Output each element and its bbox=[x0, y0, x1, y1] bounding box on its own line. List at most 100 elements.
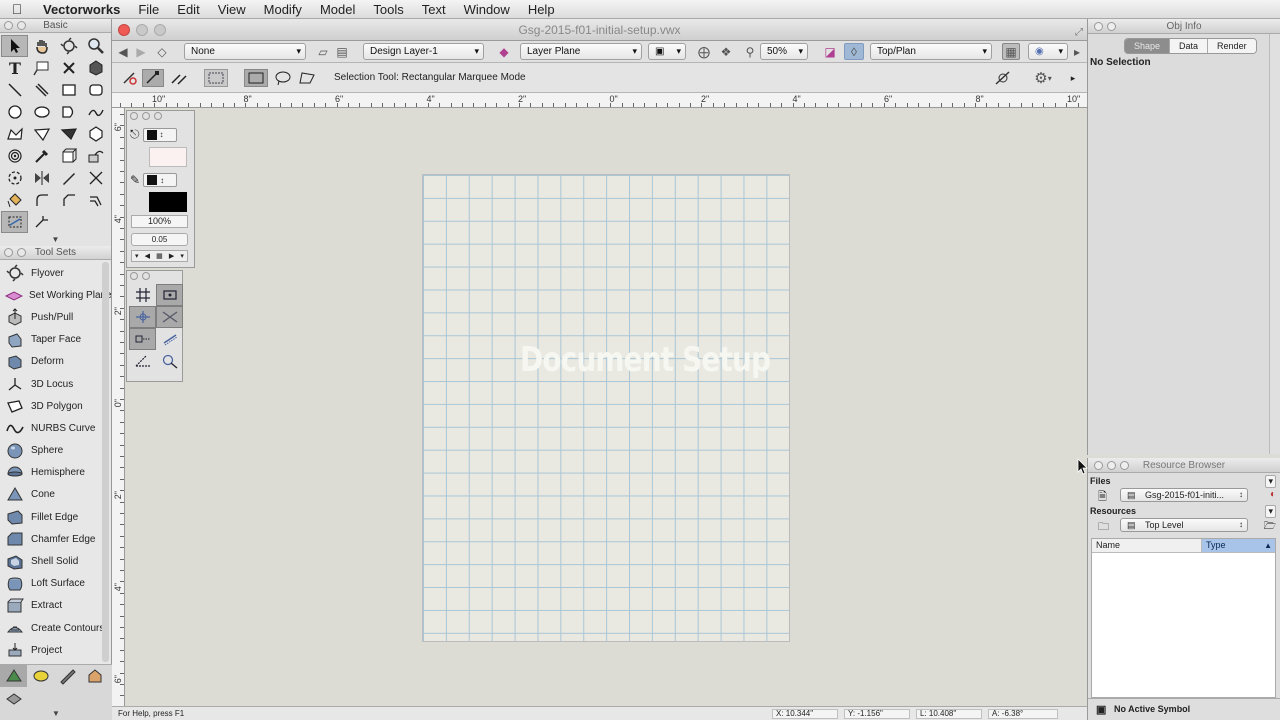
disable-interactive-scaling-icon[interactable] bbox=[120, 69, 140, 87]
zoom-dot-icon[interactable] bbox=[154, 112, 162, 120]
snap-to-angle-icon[interactable] bbox=[129, 350, 156, 372]
view-tools-popup[interactable]: ▣ ▾ bbox=[648, 43, 686, 60]
opacity-field[interactable]: 100% bbox=[131, 215, 188, 228]
tool-fillet-edge[interactable]: Fillet Edge bbox=[0, 506, 111, 528]
polyline-tool-icon[interactable] bbox=[1, 123, 28, 145]
minimize-dot-icon[interactable] bbox=[142, 112, 150, 120]
back-icon[interactable]: ◀ bbox=[116, 43, 130, 60]
tool-shell-solid[interactable]: Shell Solid bbox=[0, 550, 111, 572]
selection-tool-preferences-icon[interactable] bbox=[992, 69, 1014, 87]
obj-info-scrollbar[interactable] bbox=[1269, 34, 1280, 454]
tool-flyover[interactable]: Flyover bbox=[0, 262, 111, 284]
transform-icon[interactable] bbox=[204, 69, 228, 87]
close-dot-icon[interactable] bbox=[4, 21, 13, 30]
selection-tool-icon[interactable] bbox=[1, 35, 28, 57]
text-tool-icon[interactable]: T bbox=[1, 57, 28, 79]
menu-app-name[interactable]: Vectorworks bbox=[34, 0, 129, 19]
double-line-tool-icon[interactable] bbox=[28, 79, 55, 101]
tool-project[interactable]: Project bbox=[0, 639, 111, 661]
layer-popup[interactable]: Design Layer-1 ▾ bbox=[363, 43, 484, 60]
vertical-ruler[interactable]: 6" 4" 2" 0" 2" 4" 6" bbox=[112, 108, 125, 706]
menu-text[interactable]: Text bbox=[413, 0, 455, 19]
eyedropper-tool-icon[interactable] bbox=[28, 145, 55, 167]
tool-set-tab-furniture-icon[interactable] bbox=[81, 665, 108, 687]
split-tool-icon[interactable] bbox=[28, 211, 55, 233]
minimize-window-icon[interactable] bbox=[136, 24, 148, 36]
tool-set-tab-dims-icon[interactable] bbox=[27, 665, 54, 687]
spiral-tool-icon[interactable] bbox=[1, 145, 28, 167]
menu-help[interactable]: Help bbox=[519, 0, 564, 19]
unified-view-icon[interactable]: ◪ bbox=[822, 43, 838, 60]
rounded-rectangle-tool-icon[interactable] bbox=[82, 79, 109, 101]
new-folder-icon[interactable]: 🗁 bbox=[1264, 519, 1276, 536]
file-popup[interactable]: ▤ Gsg-2015-f01-initi... ↕ bbox=[1120, 488, 1248, 502]
plane-popup[interactable]: Layer Plane ▾ bbox=[520, 43, 642, 60]
minimize-dot-icon[interactable] bbox=[17, 248, 26, 257]
snap-to-object-icon[interactable] bbox=[156, 284, 183, 306]
mode-bar-expand-icon[interactable]: ▸ bbox=[1066, 69, 1080, 87]
attribute-mapping-tool-icon[interactable] bbox=[82, 145, 109, 167]
close-window-icon[interactable] bbox=[118, 24, 130, 36]
tool-create-contours[interactable]: Create Contours bbox=[0, 617, 111, 639]
menu-tools[interactable]: Tools bbox=[364, 0, 412, 19]
rectangle-tool-icon[interactable] bbox=[55, 79, 82, 101]
drawing-area[interactable]: Document Setup bbox=[125, 108, 1086, 706]
menu-model[interactable]: Model bbox=[311, 0, 364, 19]
fill-color-swatch[interactable] bbox=[149, 147, 187, 167]
tool-chamfer-edge[interactable]: Chamfer Edge bbox=[0, 528, 111, 550]
single-object-interactive-scaling-icon[interactable] bbox=[142, 69, 164, 87]
tab-render[interactable]: Render bbox=[1208, 39, 1256, 53]
flyover-tool-icon[interactable] bbox=[55, 35, 82, 57]
smart-points-icon[interactable] bbox=[129, 328, 156, 350]
minimize-dot-icon[interactable] bbox=[1107, 22, 1116, 31]
tool-push-pull[interactable]: Push/Pull bbox=[0, 306, 111, 328]
top-plan-view-icon[interactable]: ◊ bbox=[844, 43, 864, 60]
snap-to-grid-icon[interactable] bbox=[129, 284, 156, 306]
horizontal-ruler[interactable]: 10" 8" 6" 4" 2" 0" 2" 4" 6" 8" 10" bbox=[112, 93, 1087, 108]
menu-edit[interactable]: Edit bbox=[168, 0, 208, 19]
snap-to-distance-icon[interactable] bbox=[156, 306, 183, 328]
pen-style-popup[interactable]: ↕ bbox=[143, 173, 178, 187]
tool-sets-scrollbar[interactable] bbox=[102, 262, 109, 662]
close-dot-icon[interactable] bbox=[1094, 22, 1103, 31]
smart-edge-icon[interactable] bbox=[156, 328, 183, 350]
tool-loft-surface[interactable]: Loft Surface bbox=[0, 573, 111, 595]
fill-style-popup[interactable]: ↕ bbox=[142, 127, 177, 142]
circle-tool-icon[interactable] bbox=[1, 101, 28, 123]
chamfer-tool-icon[interactable] bbox=[55, 189, 82, 211]
close-dot-icon[interactable] bbox=[4, 248, 13, 257]
minimize-dot-icon[interactable] bbox=[142, 272, 150, 280]
trim-tool-icon[interactable] bbox=[82, 167, 109, 189]
class-popup[interactable]: None ▾ bbox=[184, 43, 306, 60]
snap-to-intersection-icon[interactable] bbox=[129, 306, 156, 328]
tool-deform[interactable]: Deform bbox=[0, 351, 111, 373]
fit-to-objects-icon[interactable]: ❖ bbox=[718, 43, 734, 60]
zoom-dot-icon[interactable] bbox=[1120, 461, 1129, 470]
paint-bucket-tool-icon[interactable] bbox=[1, 189, 28, 211]
snap-to-tangent-icon[interactable] bbox=[156, 350, 183, 372]
marquee-tool-icon[interactable] bbox=[1, 211, 28, 233]
fillet-tool-icon[interactable] bbox=[28, 189, 55, 211]
view-popup[interactable]: Top/Plan ▾ bbox=[870, 43, 992, 60]
offset-tool-icon[interactable] bbox=[82, 189, 109, 211]
multiple-object-interactive-scaling-icon[interactable] bbox=[168, 69, 190, 87]
tab-shape[interactable]: Shape bbox=[1125, 39, 1171, 53]
render-mode-icon[interactable]: ▦ bbox=[1002, 43, 1020, 60]
tool-taper-face[interactable]: Taper Face bbox=[0, 329, 111, 351]
column-name[interactable]: Name bbox=[1092, 539, 1202, 552]
tool-extract[interactable]: Extract bbox=[0, 595, 111, 617]
arc-tool-icon[interactable] bbox=[55, 101, 82, 123]
tool-set-working-plane[interactable]: Set Working Plane bbox=[0, 284, 111, 306]
tool-nurbs-curve[interactable]: NURBS Curve bbox=[0, 417, 111, 439]
pen-color-swatch[interactable] bbox=[149, 192, 187, 212]
reshape-tool-icon[interactable] bbox=[55, 167, 82, 189]
working-plane-icon[interactable]: ◆ bbox=[492, 43, 516, 60]
close-dot-icon[interactable] bbox=[1094, 461, 1103, 470]
tool-3d-locus[interactable]: 3D Locus bbox=[0, 373, 111, 395]
clip-cube-tool-icon[interactable] bbox=[55, 145, 82, 167]
gear-icon[interactable]: ⚙ ▾ bbox=[1026, 69, 1060, 87]
center-on-objects-icon[interactable]: ⨁ bbox=[696, 43, 712, 60]
layer-options-icon[interactable]: ▤ bbox=[334, 43, 350, 60]
freehand-tool-icon[interactable] bbox=[82, 101, 109, 123]
line-tool-icon[interactable] bbox=[1, 79, 28, 101]
